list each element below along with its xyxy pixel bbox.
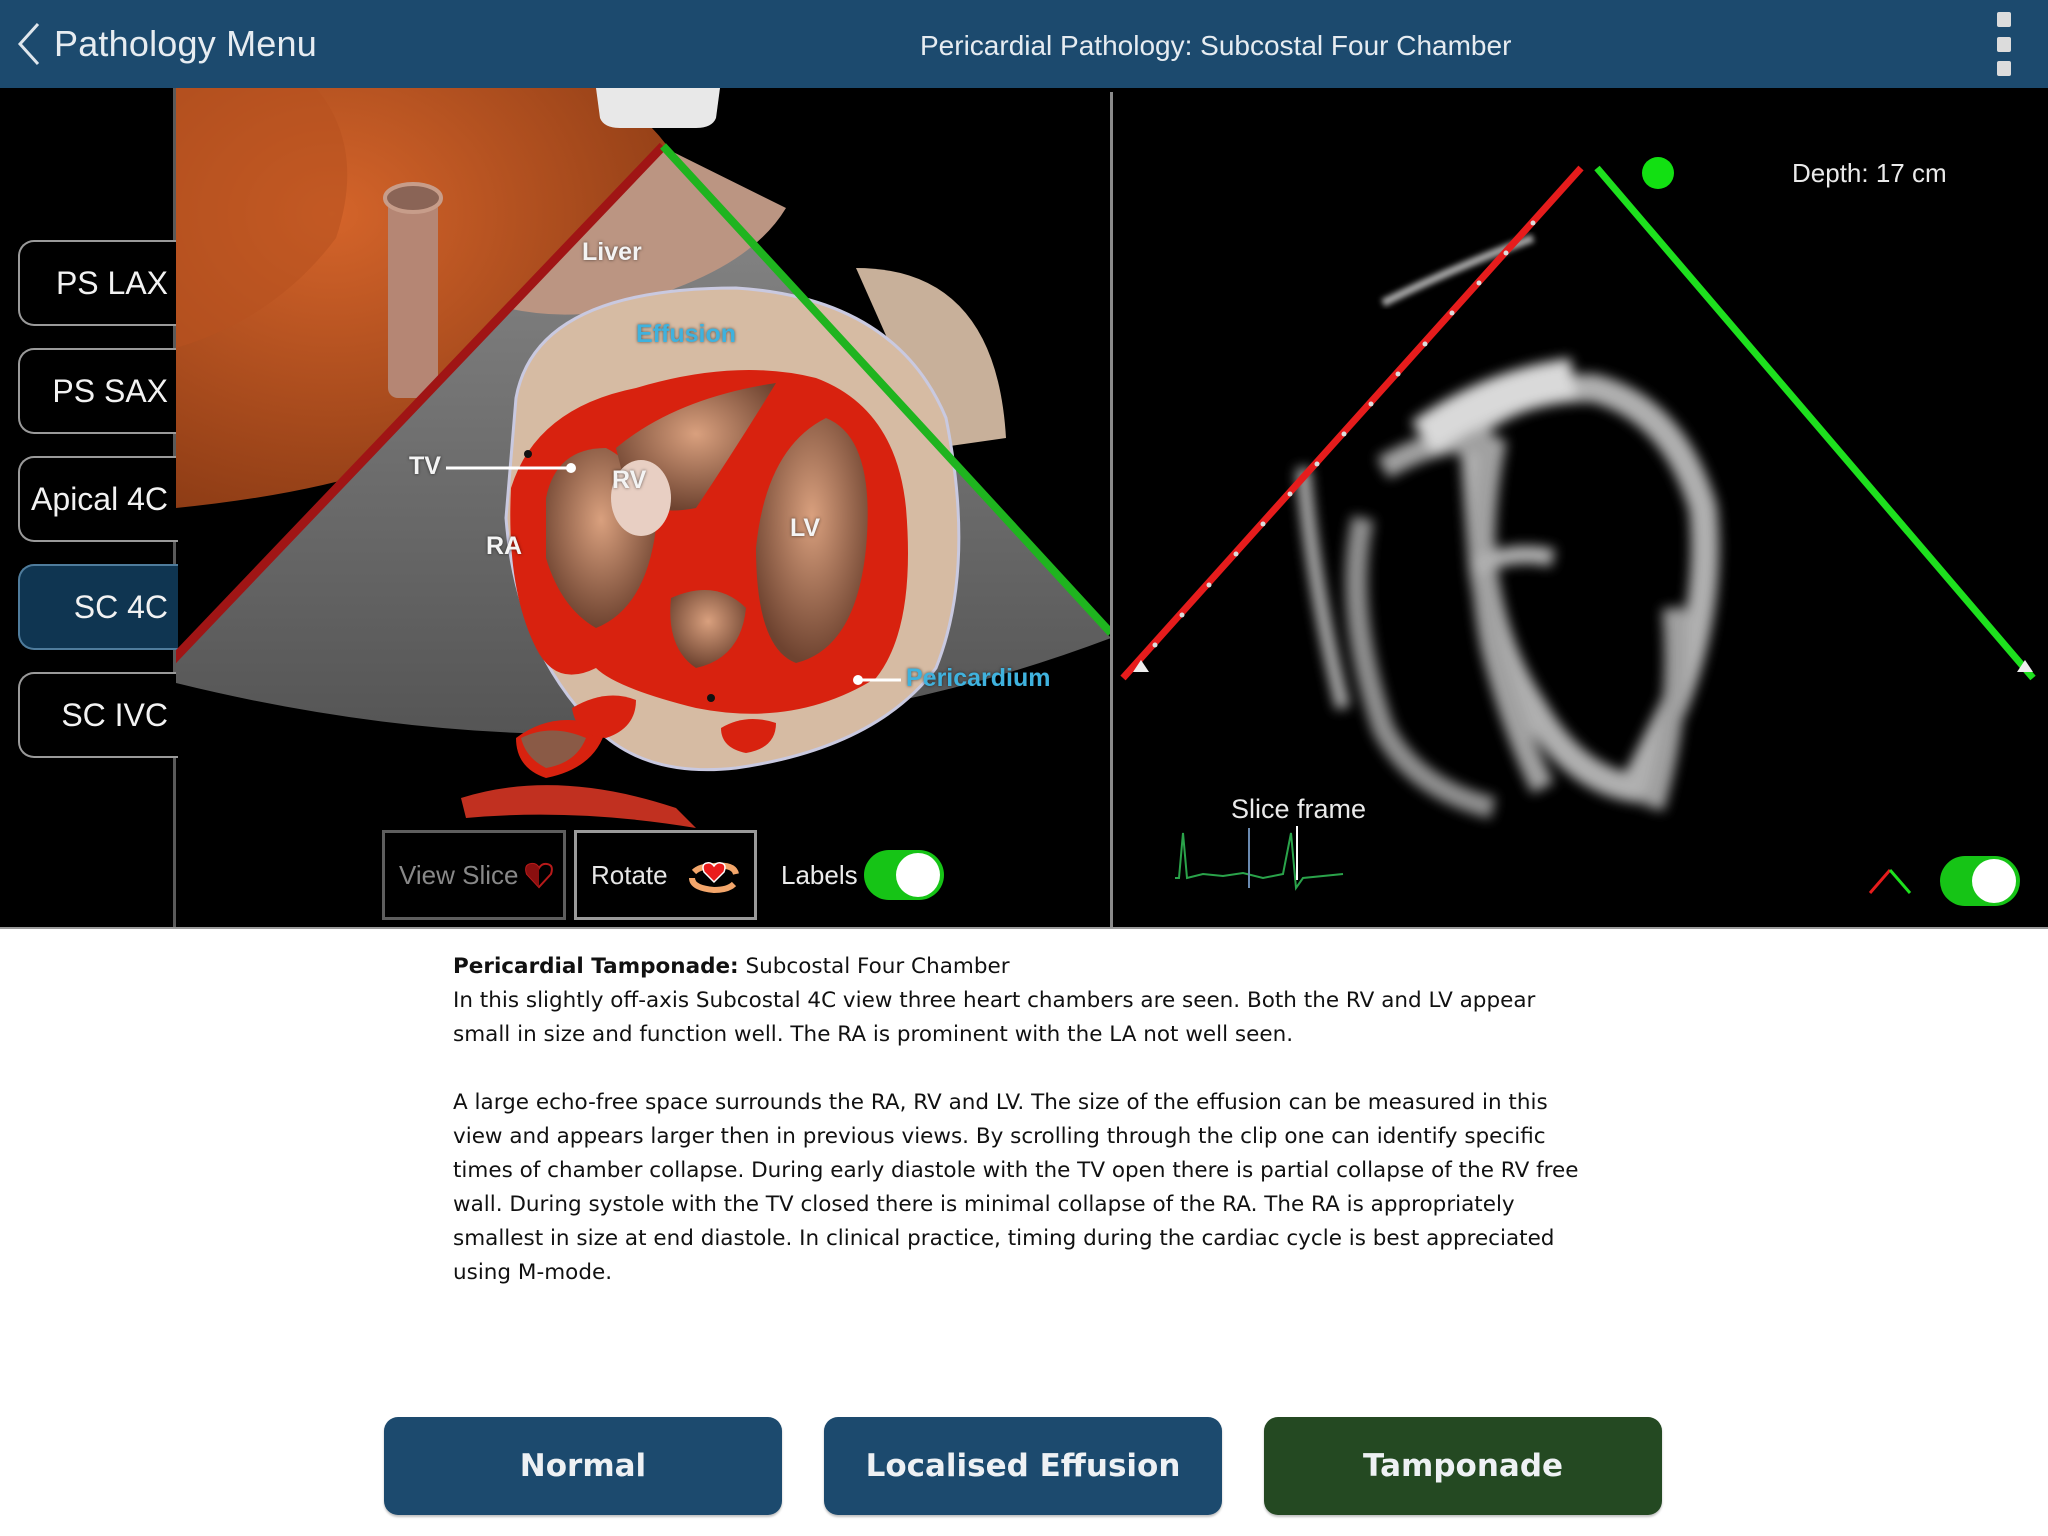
ecg-trace xyxy=(1175,832,1344,891)
view-tab-label: SC 4C xyxy=(73,588,168,625)
view-slice-label: View Slice xyxy=(399,859,519,890)
label-liver: Liver xyxy=(582,238,642,266)
anatomy-3d-view[interactable]: Liver Effusion TV RV RA LV Pericardium xyxy=(176,88,1111,928)
label-effusion: Effusion xyxy=(636,320,736,348)
labels-toggle[interactable] xyxy=(864,850,944,900)
view-tab-label: SC IVC xyxy=(61,696,168,733)
header-bar: Pathology Menu Pericardial Pathology: Su… xyxy=(0,0,2048,88)
description-paragraph-2: A large echo-free space surrounds the RA… xyxy=(453,1090,1579,1285)
probe-icon xyxy=(596,88,720,128)
toggle-knob xyxy=(1972,859,2016,903)
ivc-vessel xyxy=(388,198,438,398)
sector-icon-left xyxy=(1868,869,1892,894)
normal-button[interactable]: Normal xyxy=(384,1417,782,1515)
depth-readout: Depth: 17 cm xyxy=(1792,158,1947,188)
back-label: Pathology Menu xyxy=(54,23,317,64)
view-tab-sc-ivc[interactable]: SC IVC xyxy=(18,672,178,758)
localised-effusion-button-label: Localised Effusion xyxy=(865,1448,1181,1484)
view-tab-label: PS SAX xyxy=(52,372,168,409)
labels-toggle-label: Labels xyxy=(781,860,858,890)
sector-toggle[interactable] xyxy=(1940,856,2020,906)
normal-button-label: Normal xyxy=(519,1448,647,1484)
tamponade-button[interactable]: Tamponade xyxy=(1264,1417,1662,1515)
rotate-heart-icon xyxy=(688,862,739,894)
view-slice-button[interactable]: View Slice xyxy=(382,830,566,920)
localised-effusion-button[interactable]: Localised Effusion xyxy=(824,1417,1222,1515)
description-title-bold: Pericardial Tamponade: xyxy=(453,954,739,979)
more-vertical-icon-dot xyxy=(1997,36,2011,52)
toggle-knob xyxy=(896,853,940,897)
rotate-button[interactable]: Rotate xyxy=(574,830,757,920)
view-sidebar: PS LAX PS SAX Apical 4C SC 4C SC IVC xyxy=(0,88,178,928)
label-rv: RV xyxy=(612,466,647,494)
half-heart-icon xyxy=(525,862,554,889)
view-tab-label: PS LAX xyxy=(55,264,168,301)
description-title-rest: Subcostal Four Chamber xyxy=(738,954,1010,979)
label-ra: RA xyxy=(486,532,523,560)
view-tab-apical-4c[interactable]: Apical 4C xyxy=(18,456,178,542)
chevron-left-icon xyxy=(17,22,40,66)
view-tab-ps-lax[interactable]: PS LAX xyxy=(18,240,178,326)
label-pericardium: Pericardium xyxy=(906,664,1051,692)
slice-frame-label: Slice frame xyxy=(1231,794,1367,824)
view-tab-ps-sax[interactable]: PS SAX xyxy=(18,348,178,434)
orientation-marker-icon xyxy=(1642,157,1674,189)
anatomy-illustration xyxy=(176,88,1111,828)
label-lv: LV xyxy=(790,514,821,542)
label-tv: TV xyxy=(409,452,441,480)
page-title: Pericardial Pathology: Subcostal Four Ch… xyxy=(920,30,1512,61)
description-heading: Pericardial Tamponade: Subcostal Four Ch… xyxy=(453,950,1583,984)
view-tab-label: Apical 4C xyxy=(31,480,168,517)
more-menu-button[interactable] xyxy=(1992,12,2016,76)
tamponade-button-label: Tamponade xyxy=(1362,1448,1564,1484)
echo-view[interactable]: Depth: 17 cm Slice frame xyxy=(1113,88,2048,928)
more-vertical-icon-dot xyxy=(1997,61,2011,76)
view-tab-sc-4c[interactable]: SC 4C xyxy=(18,564,178,650)
description-paragraph-1: In this slightly off-axis Subcostal 4C v… xyxy=(453,988,1536,1047)
app: Pathology Menu Pericardial Pathology: Su… xyxy=(0,0,2048,1536)
viewer-bottom-divider xyxy=(0,927,2048,929)
rotate-label: Rotate xyxy=(591,859,668,890)
back-button[interactable]: Pathology Menu xyxy=(14,18,317,70)
more-vertical-icon-dot xyxy=(1997,12,2011,27)
sector-icon-right xyxy=(1888,869,1912,894)
description-panel: Pericardial Tamponade: Subcostal Four Ch… xyxy=(453,950,1583,1324)
